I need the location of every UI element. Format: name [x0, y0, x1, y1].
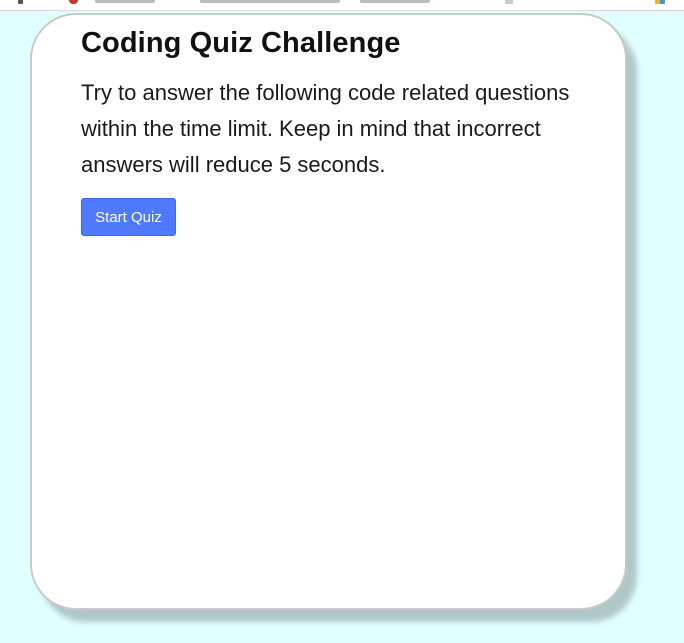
bookmark-bar-fragment: [200, 0, 340, 3]
page-title: Coding Quiz Challenge: [81, 27, 401, 59]
browser-top-strip: [0, 0, 684, 11]
bookmark-icon: [69, 0, 78, 4]
toolbar-icon: [18, 0, 23, 4]
bookmark-bar-fragment: [95, 0, 155, 3]
bookmark-icon: [655, 0, 665, 4]
quiz-card: Coding Quiz Challenge Try to answer the …: [30, 13, 627, 610]
quiz-description: Try to answer the following code related…: [81, 80, 570, 177]
bookmark-bar-fragment: [360, 0, 430, 3]
start-quiz-button[interactable]: Start Quiz: [81, 198, 176, 236]
bookmark-icon: [505, 0, 513, 4]
